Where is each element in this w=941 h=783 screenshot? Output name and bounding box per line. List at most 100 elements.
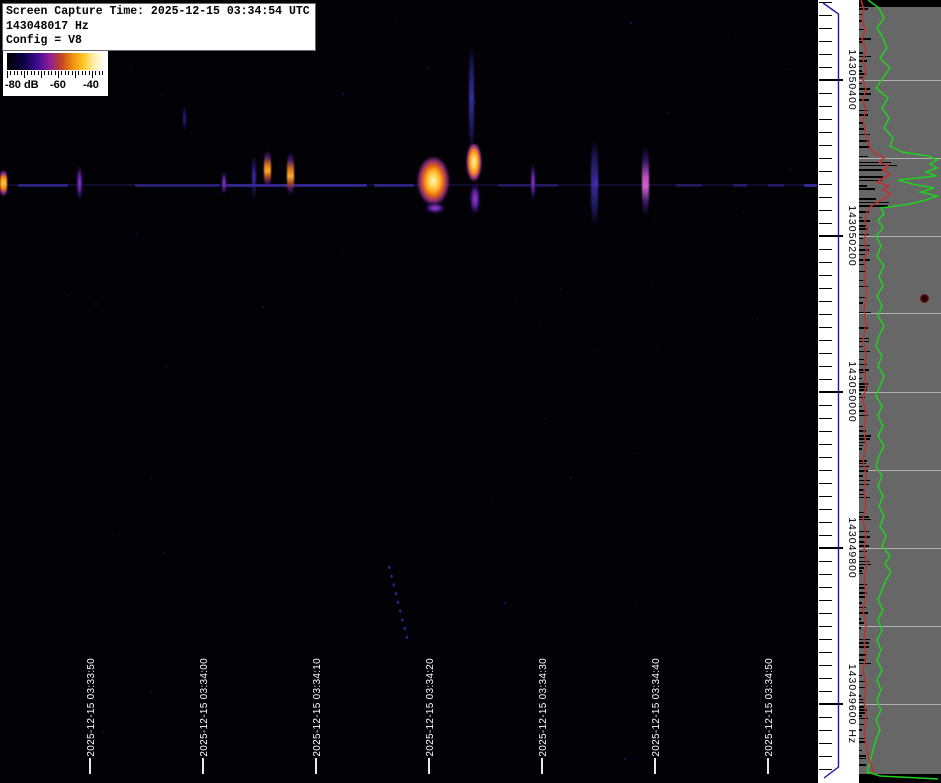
frequency-text: 143048017 Hz <box>6 20 312 35</box>
noise-speck <box>653 72 654 73</box>
noise-speck <box>472 284 473 285</box>
panel-noise-bar <box>859 448 862 450</box>
freq-minor-tick <box>819 743 832 744</box>
panel-noise-bar <box>859 567 864 569</box>
noise-speck <box>136 233 138 235</box>
noise-speck <box>95 303 97 305</box>
panel-noise-bar <box>859 383 868 385</box>
freq-minor-tick <box>819 639 832 640</box>
time-label: 2025-12-15 03:33:50 <box>86 658 97 757</box>
noise-speck <box>539 320 540 321</box>
freq-minor-tick <box>819 171 832 172</box>
panel-noise-bar <box>859 466 869 467</box>
marker-dot <box>920 294 929 303</box>
panel-noise-bar <box>859 516 869 518</box>
noise-speck <box>10 507 11 508</box>
color-scale-tick <box>14 71 15 75</box>
panel-noise-bar <box>859 484 869 485</box>
noise-speck <box>418 585 419 586</box>
carrier-line-segment <box>768 184 784 187</box>
panel-noise-bar <box>859 592 867 594</box>
panel-gridline <box>859 313 941 314</box>
panel-noise-bar <box>859 338 869 339</box>
panel-noise-bar <box>859 438 870 440</box>
carrier-line-segment <box>804 184 817 187</box>
panel-noise-bar <box>859 140 869 142</box>
noise-speck <box>172 220 173 221</box>
panel-noise-bar <box>859 729 862 731</box>
color-scale-tick <box>85 71 86 75</box>
noise-speck <box>165 365 167 367</box>
color-scale-tick <box>68 71 69 75</box>
panel-noise-bar <box>859 584 867 585</box>
carrier-line-segment <box>733 184 747 187</box>
panel-noise-bar <box>859 205 888 207</box>
db-label-min: -80 dB <box>5 79 39 91</box>
carrier-line-segment <box>676 184 702 187</box>
noise-speck <box>810 509 811 510</box>
panel-gridline <box>859 392 941 393</box>
panel-top-band <box>859 0 941 7</box>
panel-noise-bar <box>859 709 867 711</box>
noise-speck <box>83 188 85 190</box>
noise-speck <box>378 240 379 241</box>
carrier-line-segment <box>498 184 558 187</box>
panel-noise-bar <box>859 646 869 648</box>
panel-noise-bar <box>859 389 867 391</box>
color-scale-tick <box>24 71 25 78</box>
panel-noise-bar <box>859 570 862 572</box>
panel-noise-bar <box>859 480 870 481</box>
color-scale-tick <box>31 71 32 75</box>
panel-noise-bar <box>859 397 865 398</box>
panel-noise-bar <box>859 587 865 589</box>
panel-gridline <box>859 548 941 549</box>
panel-noise-bar <box>859 41 863 43</box>
panel-noise-bar <box>859 369 869 371</box>
panel-noise-bar <box>859 52 863 54</box>
panel-gridline <box>859 470 941 471</box>
carrier-line-segment <box>18 184 68 187</box>
freq-minor-tick <box>819 262 832 263</box>
waterfall-display[interactable]: 2025-12-15 03:33:502025-12-15 03:34:0020… <box>0 0 818 783</box>
color-scale-tick <box>44 71 45 75</box>
panel-noise-bar <box>859 128 865 130</box>
panel-noise-bar <box>859 8 868 10</box>
panel-noise-bar <box>859 122 864 124</box>
noise-speck <box>504 602 506 604</box>
meteor-echo <box>593 168 599 198</box>
config-text: Config = V8 <box>6 34 312 49</box>
panel-noise-bar <box>859 83 862 84</box>
panel-noise-bar <box>859 460 867 462</box>
freq-minor-tick <box>819 587 832 588</box>
freq-minor-tick <box>819 2 832 3</box>
freq-minor-tick <box>819 210 832 211</box>
panel-noise-bar <box>859 602 862 604</box>
panel-noise-bar <box>859 607 866 608</box>
color-scale-tick <box>99 71 100 75</box>
noise-speck <box>150 476 152 478</box>
noise-speck <box>533 297 534 298</box>
noise-speck <box>570 477 572 479</box>
carrier-line-segment <box>222 184 367 187</box>
noise-speck <box>544 418 545 419</box>
meteor-echo <box>182 104 187 132</box>
panel-noise-bar <box>859 706 865 708</box>
freq-minor-tick <box>819 119 832 120</box>
color-scale-tick <box>58 71 59 78</box>
panel-noise-bar <box>859 622 864 624</box>
panel-noise-bar <box>859 249 869 251</box>
freq-minor-tick <box>819 158 832 159</box>
noise-speck <box>723 289 724 290</box>
freq-minor-tick <box>819 730 832 731</box>
panel-noise-bar <box>859 245 870 246</box>
spectrum-side-panel[interactable] <box>859 0 941 783</box>
noise-speck <box>789 169 791 171</box>
panel-noise-bar <box>859 217 862 218</box>
noise-speck <box>657 348 659 350</box>
panel-noise-bar <box>859 271 866 272</box>
noise-speck <box>667 74 668 75</box>
panel-noise-bar <box>859 430 866 432</box>
meteor-echo <box>469 44 474 152</box>
panel-noise-bar <box>859 162 891 163</box>
noise-speck <box>37 569 38 570</box>
